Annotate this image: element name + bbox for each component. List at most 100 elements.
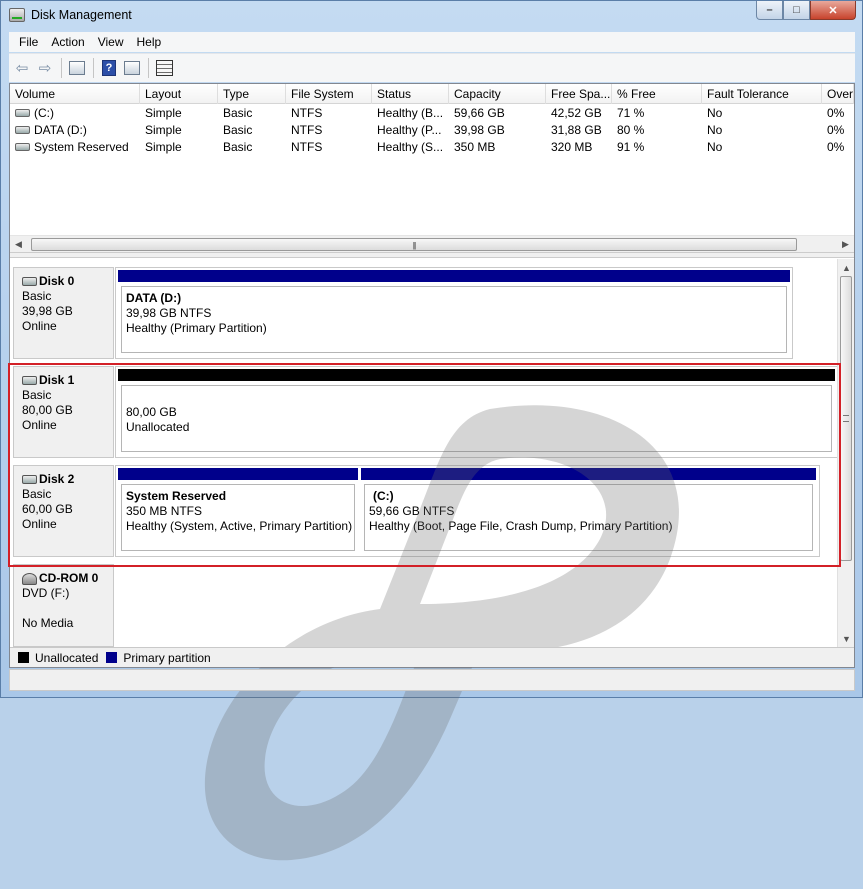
primary-partition-bar <box>361 468 816 480</box>
free-space-cell: 320 MB <box>551 140 593 154</box>
disk-0-partitions: DATA (D:) 39,98 GB NTFS Healthy (Primary… <box>115 267 793 359</box>
cdrom-0-label[interactable]: CD-ROM 0 DVD (F:) No Media <box>13 564 114 647</box>
disk-1-label[interactable]: Disk 1 Basic 80,00 GB Online <box>13 366 114 458</box>
partition-details: DATA (D:) 39,98 GB NTFS Healthy (Primary… <box>121 286 787 353</box>
main-content: Volume Layout Type File System Status Ca… <box>9 83 855 861</box>
col-header-volume[interactable]: Volume <box>10 84 140 104</box>
primary-partition-swatch <box>106 652 118 663</box>
percent-free-cell: 91 % <box>617 140 645 154</box>
menu-view[interactable]: View <box>92 35 130 49</box>
back-icon: ⇦ <box>15 59 29 77</box>
show-hide-action-pane-icon <box>124 61 140 75</box>
legend-label-unallocated: Unallocated <box>35 650 99 665</box>
col-header-overhead[interactable]: Overl <box>822 84 854 104</box>
hard-disk-icon <box>22 277 37 286</box>
vertical-scroll-thumb[interactable] <box>840 276 852 561</box>
disk-name: CD-ROM 0 <box>39 571 99 585</box>
disk-type: Basic <box>22 289 52 303</box>
free-space-cell: 42,52 GB <box>551 106 602 120</box>
capacity-cell: 350 MB <box>454 140 496 154</box>
disk-title: Disk 2 <box>22 472 113 487</box>
disk-name: Disk 0 <box>39 274 75 288</box>
drive-icon <box>15 125 30 134</box>
disk-state: Online <box>22 418 57 432</box>
cd-drive-icon <box>22 572 37 585</box>
properties-button[interactable] <box>153 57 175 79</box>
volume-cell: System Reserved <box>10 139 140 156</box>
unallocated-space[interactable]: 80,00 GB Unallocated <box>118 369 835 455</box>
legend: Unallocated Primary partition <box>10 647 854 667</box>
table-row[interactable]: (C:) Simple Basic NTFS Healthy (B... 59,… <box>10 105 854 122</box>
close-button[interactable]: ✕ <box>810 1 856 20</box>
drive-icon <box>15 108 30 117</box>
partition-status: Unallocated <box>126 420 190 434</box>
title-bar[interactable]: Disk Management – □ ✕ <box>1 1 862 31</box>
disk-management-app-icon <box>9 8 25 22</box>
scroll-right-icon[interactable]: ▶ <box>837 236 854 253</box>
scroll-left-icon[interactable]: ◀ <box>10 236 27 253</box>
disk-map: Disk 0 Basic 39,98 GB Online DATA (D:) 3… <box>10 259 854 861</box>
partition-name: DATA (D:) <box>126 291 182 305</box>
col-header-type[interactable]: Type <box>218 84 286 104</box>
forward-button[interactable]: ⇨ <box>34 57 56 79</box>
maximize-button[interactable]: □ <box>783 1 810 20</box>
menu-file[interactable]: File <box>13 35 44 49</box>
partition-details: (C:) 59,66 GB NTFS Healthy (Boot, Page F… <box>364 484 813 551</box>
table-row[interactable]: System Reserved Simple Basic NTFS Health… <box>10 139 854 156</box>
horizontal-scroll-thumb[interactable]: ||| <box>31 238 797 251</box>
col-header-status[interactable]: Status <box>372 84 449 104</box>
scroll-grip-icon: ||| <box>412 241 416 250</box>
horizontal-scrollbar[interactable]: ◀ ||| ▶ <box>10 235 854 252</box>
partition-details: 80,00 GB Unallocated <box>121 385 832 452</box>
primary-partition-bar <box>118 468 358 480</box>
legend-label-primary-partition: Primary partition <box>123 650 211 665</box>
toolbar: ⇦ ⇨ ? <box>9 53 855 82</box>
disk-size <box>22 601 113 616</box>
scroll-grip-icon <box>843 415 849 422</box>
disk-2-label[interactable]: Disk 2 Basic 60,00 GB Online <box>13 465 114 557</box>
partition-size: 59,66 GB NTFS <box>369 504 455 518</box>
show-hide-action-pane-button[interactable] <box>121 57 143 79</box>
col-header-file-system[interactable]: File System <box>286 84 372 104</box>
disk-1-partitions: 80,00 GB Unallocated <box>115 366 838 458</box>
minimize-button[interactable]: – <box>756 1 783 20</box>
drive-icon <box>15 142 30 151</box>
table-row[interactable]: DATA (D:) Simple Basic NTFS Healthy (P..… <box>10 122 854 139</box>
layout-cell: Simple <box>145 123 182 137</box>
disk-name: Disk 2 <box>39 472 75 486</box>
show-hide-console-tree-button[interactable] <box>66 57 88 79</box>
help-icon: ? <box>102 60 116 76</box>
hard-disk-icon <box>22 475 37 484</box>
type-cell: Basic <box>223 140 253 154</box>
partition-data-d[interactable]: DATA (D:) 39,98 GB NTFS Healthy (Primary… <box>118 270 790 356</box>
menu-help[interactable]: Help <box>131 35 168 49</box>
disk-type: DVD (F:) <box>22 586 70 600</box>
col-header-free-space[interactable]: Free Spa... <box>546 84 612 104</box>
col-header-layout[interactable]: Layout <box>140 84 218 104</box>
back-button[interactable]: ⇦ <box>11 57 33 79</box>
col-header-fault-tolerance[interactable]: Fault Tolerance <box>702 84 822 104</box>
overhead-cell: 0% <box>827 123 845 137</box>
pane-splitter[interactable] <box>10 252 854 258</box>
percent-free-cell: 71 % <box>617 106 645 120</box>
partition-c[interactable]: (C:) 59,66 GB NTFS Healthy (Boot, Page F… <box>361 468 816 554</box>
partition-name: System Reserved <box>126 489 227 503</box>
disk-0-label[interactable]: Disk 0 Basic 39,98 GB Online <box>13 267 114 359</box>
disk-size: 80,00 GB <box>22 403 73 417</box>
col-header-capacity[interactable]: Capacity <box>449 84 546 104</box>
percent-free-cell: 80 % <box>617 123 645 137</box>
partition-size: 350 MB NTFS <box>126 504 203 518</box>
help-button[interactable]: ? <box>98 57 120 79</box>
fault-tolerance-cell: No <box>707 140 723 154</box>
partition-status: Healthy (System, Active, Primary Partiti… <box>126 519 353 533</box>
scroll-up-icon[interactable]: ▲ <box>838 259 855 276</box>
partition-system-reserved[interactable]: System Reserved 350 MB NTFS Healthy (Sys… <box>118 468 358 554</box>
disk-title: CD-ROM 0 <box>22 571 113 586</box>
menu-action[interactable]: Action <box>45 35 90 49</box>
vertical-scrollbar[interactable]: ▲ ▼ <box>837 259 854 647</box>
file-system-cell: NTFS <box>291 123 323 137</box>
scroll-down-icon[interactable]: ▼ <box>838 630 855 647</box>
hard-disk-icon <box>22 376 37 385</box>
col-header-percent-free[interactable]: % Free <box>612 84 702 104</box>
unallocated-swatch <box>18 652 29 663</box>
